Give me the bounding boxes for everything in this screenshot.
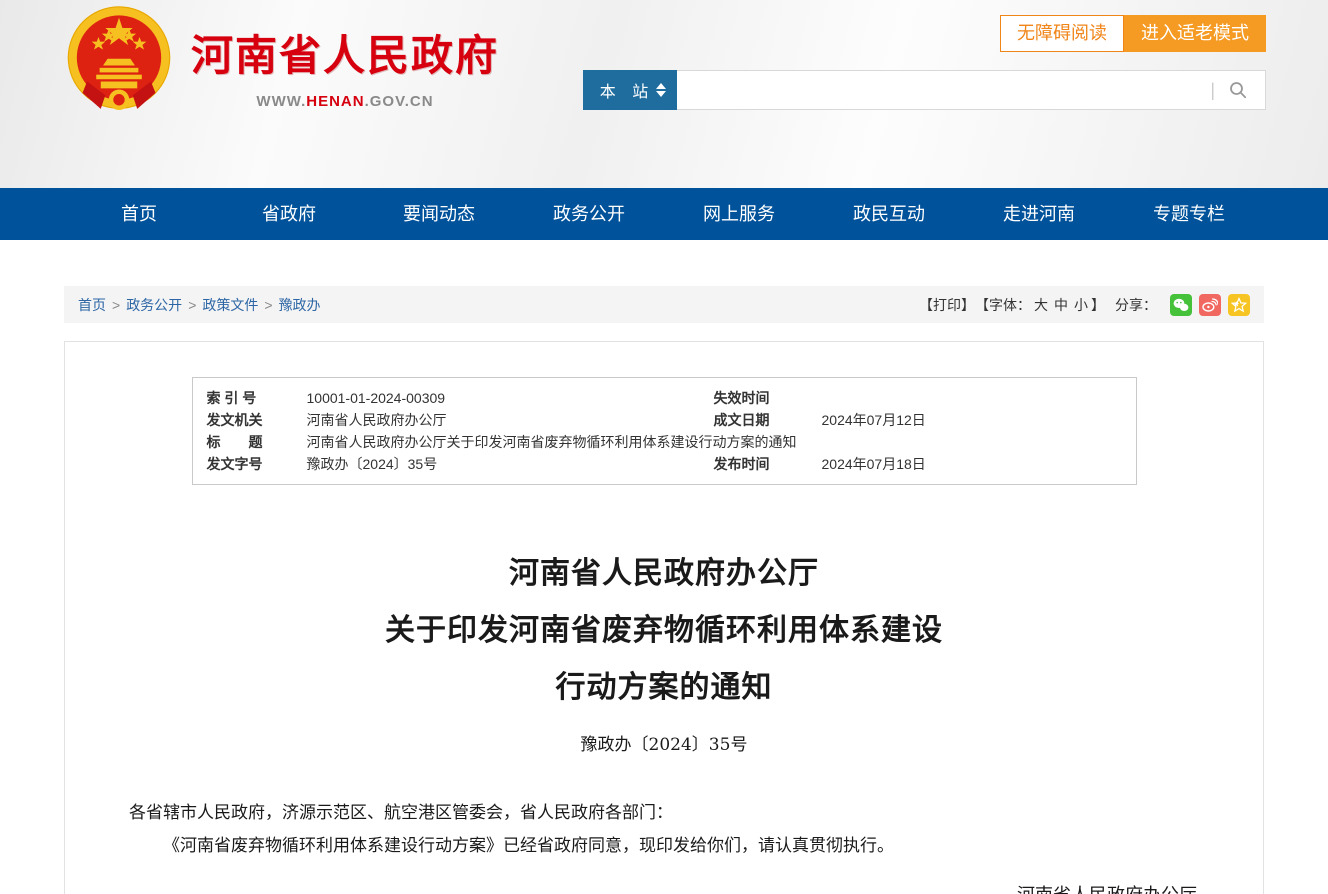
brand-block: 河南省人民政府 WWW.HENAN.GOV.CN [190,22,500,110]
nav-item-interaction[interactable]: 政民互动 [814,188,964,240]
font-size-large-button[interactable]: 大 [1034,295,1048,315]
breadcrumb-bar: 首页 > 政务公开 > 政策文件 > 豫政办 【打印】 【字体： 大 中 小 】 分享： [64,286,1264,323]
font-size-medium-button[interactable]: 中 [1054,295,1068,315]
search-icon[interactable] [1229,81,1247,99]
site-search: 本 站 | [583,70,1266,110]
accessibility-button[interactable]: 无障碍阅读 [1000,15,1124,52]
breadcrumb-gov-affairs[interactable]: 政务公开 [126,297,182,313]
page-tools: 【打印】 【字体： 大 中 小 】 分享： [919,294,1250,316]
search-input-wrap: | [677,70,1266,110]
site-url-suffix: .GOV.CN [365,93,434,110]
document-card: 索 引 号 10001-01-2024-00309 失效时间 发文机关 河南省人… [64,341,1264,894]
national-emblem-icon [62,4,176,118]
meta-agency-value: 河南省人民政府办公厅 [307,409,702,431]
meta-title-label: 标 题 [207,431,295,453]
meta-publish-date-label: 发布时间 [714,453,810,475]
site-header: 河南省人民政府 WWW.HENAN.GOV.CN 无障碍阅读 进入适老模式 本 … [0,0,1328,188]
document-paragraphs: 各省辖市人民政府，济源示范区、航空港区管委会，省人民政府各部门： 《河南省废弃物… [129,797,1199,863]
document-title-line3: 行动方案的通知 [65,659,1263,716]
meta-index-label: 索 引 号 [207,387,295,409]
paragraph-body: 《河南省废弃物循环利用体系建设行动方案》已经省政府同意，现印发给你们，请认真贯彻… [129,830,1199,863]
meta-expire-value [822,387,1122,409]
nav-item-news[interactable]: 要闻动态 [364,188,514,240]
breadcrumb-yuzhengban[interactable]: 豫政办 [279,297,321,313]
signature-agency: 河南省人民政府办公厅 [1017,885,1197,894]
site-url: WWW.HENAN.GOV.CN [190,93,500,110]
document-body: 河南省人民政府办公厅 关于印发河南省废弃物循环利用体系建设 行动方案的通知 豫政… [65,545,1263,894]
weibo-share-icon[interactable] [1199,294,1221,316]
site-title: 河南省人民政府 [190,22,500,83]
search-divider: | [1210,80,1215,101]
nav-item-gov-affairs[interactable]: 政务公开 [514,188,664,240]
site-logo[interactable]: 河南省人民政府 WWW.HENAN.GOV.CN [62,4,500,118]
breadcrumb-separator: > [112,297,120,313]
meta-agency-label: 发文机关 [207,409,295,431]
meta-publish-date-value: 2024年07月18日 [822,453,1122,475]
meta-written-date-label: 成文日期 [714,409,810,431]
signature-block: 河南省人民政府办公厅 2024年7月12日 [65,877,1263,894]
document-number: 豫政办〔2024〕35号 [65,730,1263,755]
font-size-label-suffix: 】 [1091,295,1105,315]
paragraph-salutation: 各省辖市人民政府，济源示范区、航空港区管委会，省人民政府各部门： [129,797,1199,830]
main-nav: 首页 省政府 要闻动态 政务公开 网上服务 政民互动 走进河南 专题专栏 [0,188,1328,240]
meta-index-value: 10001-01-2024-00309 [307,387,702,409]
header-buttons: 无障碍阅读 进入适老模式 [1000,15,1266,52]
share-label: 分享： [1115,295,1157,315]
print-button[interactable]: 【打印】 [919,295,975,315]
breadcrumb-policy-files[interactable]: 政策文件 [202,297,258,313]
meta-title-value: 河南省人民政府办公厅关于印发河南省废弃物循环利用体系建设行动方案的通知 [307,431,1122,453]
meta-expire-label: 失效时间 [714,387,810,409]
breadcrumb: 首页 > 政务公开 > 政策文件 > 豫政办 [78,295,321,315]
font-size-small-button[interactable]: 小 [1074,295,1088,315]
nav-item-provincial-gov[interactable]: 省政府 [214,188,364,240]
meta-doc-number-value: 豫政办〔2024〕35号 [307,453,702,475]
search-scope-dropdown[interactable]: 本 站 [583,70,677,110]
breadcrumb-separator: > [264,297,272,313]
nav-item-home[interactable]: 首页 [64,188,214,240]
elderly-mode-button[interactable]: 进入适老模式 [1124,15,1266,52]
document-title: 河南省人民政府办公厅 关于印发河南省废弃物循环利用体系建设 行动方案的通知 [65,545,1263,716]
site-url-highlight: HENAN [306,93,364,110]
site-url-prefix: WWW. [256,93,306,110]
meta-doc-number-label: 发文字号 [207,453,295,475]
search-scope-label: 本 站 [600,78,654,102]
breadcrumb-separator: > [188,297,196,313]
page: 河南省人民政府 WWW.HENAN.GOV.CN 无障碍阅读 进入适老模式 本 … [0,0,1328,894]
font-size-label-prefix: 【字体： [975,295,1031,315]
wechat-share-icon[interactable] [1170,294,1192,316]
favorite-star-icon[interactable] [1228,294,1250,316]
breadcrumb-home[interactable]: 首页 [78,297,106,313]
nav-item-online-services[interactable]: 网上服务 [664,188,814,240]
search-input[interactable] [677,71,1210,109]
nav-item-about-henan[interactable]: 走进河南 [964,188,1114,240]
dropdown-arrows-icon [656,83,666,97]
document-meta-table: 索 引 号 10001-01-2024-00309 失效时间 发文机关 河南省人… [192,377,1137,485]
document-title-line2: 关于印发河南省废弃物循环利用体系建设 [65,602,1263,659]
meta-written-date-value: 2024年07月12日 [822,409,1122,431]
nav-item-special-topics[interactable]: 专题专栏 [1114,188,1264,240]
document-title-line1: 河南省人民政府办公厅 [65,545,1263,602]
share-icons [1163,294,1250,316]
